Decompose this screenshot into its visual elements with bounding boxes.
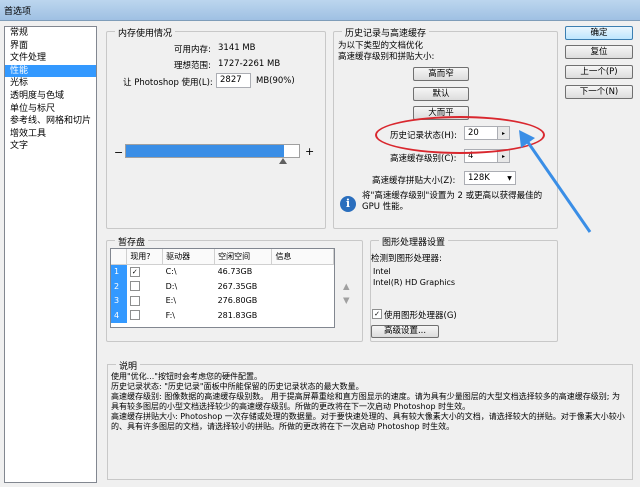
sidebar-item[interactable]: 单位与标尺: [5, 103, 96, 116]
sidebar-item[interactable]: 透明度与色域: [5, 90, 96, 103]
row-number: 1: [111, 264, 127, 279]
available-memory-label: 可用内存:: [174, 45, 211, 55]
sidebar-item[interactable]: 增效工具: [5, 128, 96, 141]
row-drive: C:\: [165, 267, 177, 277]
row-info: [272, 279, 334, 294]
row-active: [127, 294, 163, 309]
tall-thin-button[interactable]: 高而窄: [413, 67, 469, 81]
table-row[interactable]: 3 E:\ 276.80GB: [111, 293, 334, 309]
next-button[interactable]: 下一个(N): [565, 85, 633, 99]
tile-size-value: 128K: [468, 173, 490, 183]
use-gpu-label: 使用图形处理器(G): [384, 311, 457, 321]
prev-button[interactable]: 上一个(P): [565, 65, 633, 79]
scratch-disk-table: 现用? 驱动器 空闲空间 信息 1 ✓ C:\ 46.73GB 2 D:\ 267.35GB 3 E:\…: [111, 249, 334, 323]
window-title: 首选项: [4, 7, 32, 17]
sidebar-item[interactable]: 光标: [5, 77, 96, 90]
move-down-icon[interactable]: ▼: [343, 296, 350, 306]
row-active: [127, 308, 163, 323]
reset-button[interactable]: 复位: [565, 45, 633, 59]
description-text: 使用"优化..."按钮时会考虑您的硬件配置。 历史记录状态: "历史记录"面板中…: [111, 372, 625, 431]
sidebar-item[interactable]: 文字: [5, 140, 96, 153]
tile-size-select[interactable]: 128K ▼: [464, 171, 516, 185]
ok-button[interactable]: 确定: [565, 26, 633, 40]
row-free-space: 46.73GB: [217, 267, 253, 277]
ideal-range-label: 理想范围:: [174, 61, 211, 71]
sidebar-item[interactable]: 文件处理: [5, 52, 96, 65]
row-drive: E:\: [165, 296, 177, 306]
title-bar: 首选项: [0, 0, 640, 21]
row-number: 3: [111, 293, 127, 308]
sidebar-item[interactable]: 性能: [5, 64, 96, 78]
memory-use-suffix: MB(90%): [256, 76, 295, 86]
row-free-space: 267.35GB: [217, 281, 258, 291]
gpu-detected-label: 检测到图形处理器:: [371, 254, 442, 264]
row-active: ✓: [127, 264, 163, 279]
active-checkbox[interactable]: [129, 295, 140, 306]
plus-icon: +: [305, 145, 315, 158]
active-checkbox[interactable]: [129, 310, 140, 321]
row-drive: D:\: [165, 281, 178, 291]
scratch-disk-title: 暂存盘: [115, 235, 149, 248]
gpu-vendor: Intel: [373, 267, 391, 276]
sidebar-item[interactable]: 界面: [5, 40, 96, 53]
row-free-space: 281.83GB: [217, 310, 258, 320]
row-info: [272, 294, 334, 309]
history-cache-title: 历史记录与高速缓存: [342, 26, 430, 39]
memory-usage-title: 内存使用情况: [115, 26, 176, 39]
minus-icon: −: [114, 146, 124, 159]
column-header[interactable]: 现用?: [126, 249, 164, 265]
column-header[interactable]: [111, 249, 128, 265]
ideal-range-value: 1727-2261 MB: [218, 59, 281, 69]
memory-slider-handle[interactable]: [278, 158, 287, 164]
use-gpu-checkbox[interactable]: ✓: [372, 309, 382, 319]
sidebar-item[interactable]: 常规: [5, 27, 96, 40]
category-list[interactable]: 常规 界面 文件处理 性能 光标 透明度与色域 单位与标尺 参考线、网格和切片 增效工具 文字: [4, 26, 97, 483]
row-number: 4: [111, 308, 127, 323]
row-drive: F:\: [165, 310, 175, 320]
cache-levels-label: 高速缓存级别(C):: [390, 154, 457, 164]
row-number: 2: [111, 279, 127, 294]
active-checkbox[interactable]: [129, 281, 140, 292]
optimize-description: 为以下类型的文档优化 高速缓存级别和拼贴大小:: [338, 41, 435, 62]
tile-size-label: 高速缓存拼贴大小(Z):: [372, 176, 456, 186]
sidebar-item[interactable]: 参考线、网格和切片: [5, 115, 96, 128]
memory-slider-fill: [126, 145, 284, 157]
available-memory-value: 3141 MB: [218, 43, 256, 53]
description-title: 说明: [116, 359, 141, 372]
column-header[interactable]: 驱动器: [162, 249, 216, 265]
column-header[interactable]: 空闲空间: [214, 249, 273, 265]
row-info: [272, 308, 334, 323]
default-button[interactable]: 默认: [413, 87, 469, 101]
photoshop-use-label: 让 Photoshop 使用(L):: [123, 78, 213, 88]
gpu-settings-title: 图形处理器设置: [379, 235, 449, 248]
chevron-down-icon: ▼: [507, 175, 512, 182]
row-active: [127, 279, 163, 294]
table-row[interactable]: 4 F:\ 281.83GB: [111, 308, 334, 323]
memory-usage-group: 内存使用情况: [106, 26, 326, 229]
column-header[interactable]: 信息: [271, 249, 334, 265]
info-icon: i: [340, 196, 356, 212]
scratch-disk-table-frame: 现用? 驱动器 空闲空间 信息 1 ✓ C:\ 46.73GB 2 D:\ 267.35GB 3 E:\…: [110, 248, 335, 328]
table-row[interactable]: 1 ✓ C:\ 46.73GB: [111, 264, 334, 279]
memory-slider-track[interactable]: [125, 144, 300, 158]
annotation-arrow: [519, 130, 592, 233]
move-up-icon[interactable]: ▲: [343, 282, 350, 292]
gpu-model: Intel(R) HD Graphics: [373, 278, 456, 287]
advanced-settings-button[interactable]: 高级设置...: [371, 325, 439, 338]
row-free-space: 276.80GB: [217, 296, 258, 306]
table-row[interactable]: 2 D:\ 267.35GB: [111, 279, 334, 294]
row-info: [272, 264, 334, 279]
memory-use-input[interactable]: 2827: [216, 73, 251, 88]
active-checkbox[interactable]: ✓: [129, 266, 140, 277]
description-group: 说明 使用"优化..."按钮时会考虑您的硬件配置。 历史记录状态: "历史记录"…: [107, 359, 633, 480]
